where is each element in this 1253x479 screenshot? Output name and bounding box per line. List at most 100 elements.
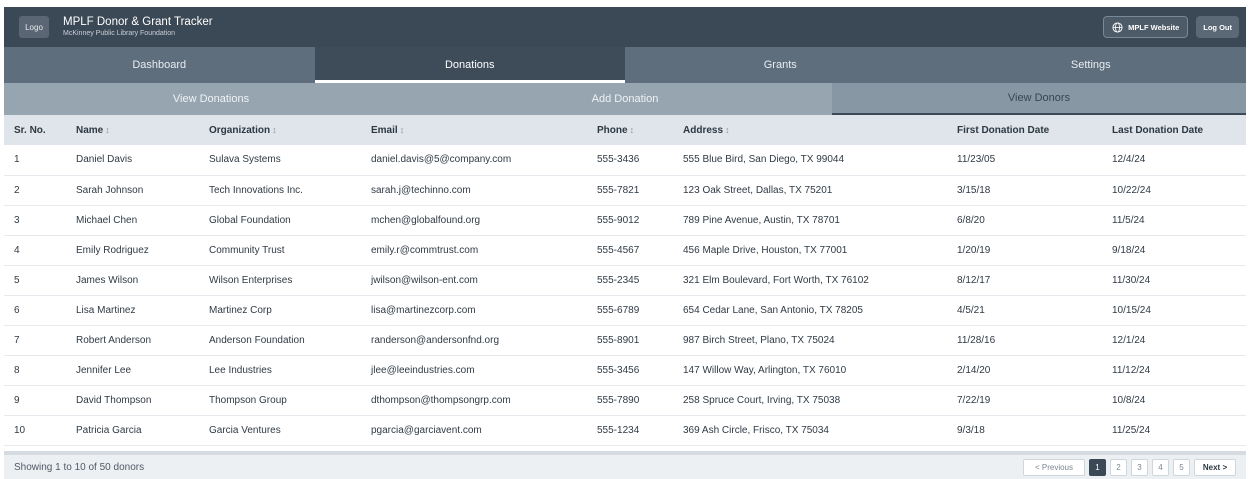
cell-sr: 10 [14,424,26,436]
page-5-button[interactable]: 5 [1173,458,1190,476]
cell-last-date: 11/30/24 [1112,274,1151,286]
cell-last-date: 9/18/24 [1112,244,1146,256]
table-row[interactable]: 9 David Thompson Thompson Group dthompso… [4,385,1246,415]
app-subtitle: McKinney Public Library Foundation [63,30,176,37]
table-row[interactable]: 5 James Wilson Wilson Enterprises jwilso… [4,265,1246,295]
cell-address: 456 Maple Drive, Houston, TX 77001 [683,244,848,256]
col-address[interactable]: Address ↕ [673,115,947,145]
main-nav: Dashboard Donations Grants Settings [4,47,1246,83]
cell-name: David Thompson [76,394,152,406]
cell-sr: 7 [14,334,20,346]
table-row[interactable]: 3 Michael Chen Global Foundation mchen@g… [4,205,1246,235]
cell-address: 987 Birch Street, Plano, TX 75024 [683,334,835,346]
cell-email: jwilson@wilson-ent.com [371,274,478,286]
cell-first-date: 7/22/19 [957,394,991,406]
page-4-button[interactable]: 4 [1152,458,1169,476]
cell-last-date: 11/25/24 [1112,424,1151,436]
cell-sr: 4 [14,244,20,256]
cell-first-date: 6/8/20 [957,214,985,226]
cell-sr: 8 [14,364,20,376]
header-actions: MPLF Website Log Out [1103,16,1239,38]
cell-organization: Martinez Corp [209,304,272,316]
cell-organization: Sulava Systems [209,154,281,166]
cell-name: Michael Chen [76,214,138,226]
table-row[interactable]: 8 Jennifer Lee Lee Industries jlee@leein… [4,355,1246,385]
col-email[interactable]: Email ↕ [361,115,587,145]
cell-organization: Anderson Foundation [209,334,305,346]
cell-phone: 555-1234 [597,424,640,436]
page-3-button[interactable]: 3 [1131,458,1148,476]
cell-address: 789 Pine Avenue, Austin, TX 78701 [683,214,840,226]
col-phone[interactable]: Phone ↕ [587,115,673,145]
cell-sr: 5 [14,274,20,286]
page-2-button[interactable]: 2 [1110,458,1127,476]
cell-email: sarah.j@techinno.com [371,184,471,196]
subtab-view-donations[interactable]: View Donations [4,83,418,115]
table-row[interactable]: 2 Sarah Johnson Tech Innovations Inc. sa… [4,175,1246,205]
next-page-button[interactable]: Next > [1194,458,1236,476]
sort-icon[interactable]: ↕ [105,125,110,135]
cell-email: pgarcia@garciavent.com [371,424,482,436]
cell-last-date: 10/15/24 [1112,304,1151,316]
table-footer: Showing 1 to 10 of 50 donors < Previous … [4,451,1246,479]
cell-phone: 555-4567 [597,244,640,256]
table-header-row: Sr. No. Name ↕ Organization ↕ Email ↕ Phone… [4,115,1246,145]
cell-email: emily.r@commtrust.com [371,244,479,256]
cell-name: Robert Anderson [76,334,152,346]
cell-phone: 555-3436 [597,154,640,166]
cell-name: Sarah Johnson [76,184,144,196]
page-1-button[interactable]: 1 [1089,458,1106,476]
cell-first-date: 11/23/05 [957,154,996,166]
cell-address: 555 Blue Bird, San Diego, TX 99044 [683,154,845,166]
cell-phone: 555-9012 [597,214,640,226]
cell-last-date: 12/4/24 [1112,154,1146,166]
col-first-donation-date: First Donation Date [957,124,1050,136]
table-row[interactable]: 7 Robert Anderson Anderson Foundation ra… [4,325,1246,355]
sort-icon[interactable]: ↕ [272,125,277,135]
cell-organization: Garcia Ventures [209,424,281,436]
logout-button[interactable]: Log Out [1196,16,1239,38]
cell-phone: 555-3456 [597,364,640,376]
cell-sr: 1 [14,154,20,166]
header-titles: MPLF Donor & Grant Tracker McKinney Publ… [63,15,213,39]
cell-email: jlee@leeindustries.com [371,364,475,376]
cell-organization: Lee Industries [209,364,272,376]
globe-icon [1112,21,1123,33]
table-row[interactable]: 4 Emily Rodriguez Community Trust emily.… [4,235,1246,265]
cell-name: Patricia Garcia [76,424,142,436]
tab-settings[interactable]: Settings [936,47,1247,83]
tab-dashboard[interactable]: Dashboard [4,47,315,83]
cell-email: dthompson@thompsongrp.com [371,394,511,406]
sub-nav: View Donations Add Donation View Donors [4,83,1246,115]
mplf-website-button[interactable]: MPLF Website [1103,16,1189,38]
cell-organization: Global Foundation [209,214,291,226]
cell-organization: Wilson Enterprises [209,274,293,286]
table-row[interactable]: 6 Lisa Martinez Martinez Corp lisa@marti… [4,295,1246,325]
cell-first-date: 9/3/18 [957,424,985,436]
previous-page-button[interactable]: < Previous [1023,458,1085,476]
cell-email: randerson@andersonfnd.org [371,334,500,346]
sort-icon[interactable]: ↕ [725,125,730,135]
cell-last-date: 12/1/24 [1112,334,1146,346]
subtab-view-donors[interactable]: View Donors [832,83,1246,115]
tab-grants[interactable]: Grants [625,47,936,83]
col-name[interactable]: Name ↕ [66,115,199,145]
col-sr-no: Sr. No. [14,124,46,136]
subtab-add-donation[interactable]: Add Donation [418,83,832,115]
app-header: Logo MPLF Donor & Grant Tracker McKinney… [4,7,1246,47]
logo[interactable]: Logo [19,16,49,38]
col-last-donation-date: Last Donation Date [1112,124,1204,136]
table-row[interactable]: 1 Daniel Davis Sulava Systems daniel.dav… [4,145,1246,175]
cell-sr: 2 [14,184,20,196]
tab-donations[interactable]: Donations [314,47,625,83]
sort-icon[interactable]: ↕ [630,125,635,135]
cell-name: Emily Rodriguez [76,244,149,256]
pagination: < Previous 1 2 3 4 5 Next > [1023,458,1236,476]
col-organization[interactable]: Organization ↕ [199,115,361,145]
cell-name: Jennifer Lee [76,364,132,376]
cell-email: lisa@martinezcorp.com [371,304,476,316]
table-row[interactable]: 10 Patricia Garcia Garcia Ventures pgarc… [4,415,1246,445]
cell-email: daniel.davis@5@company.com [371,154,512,166]
sort-icon[interactable]: ↕ [400,125,405,135]
cell-last-date: 11/5/24 [1112,214,1145,226]
